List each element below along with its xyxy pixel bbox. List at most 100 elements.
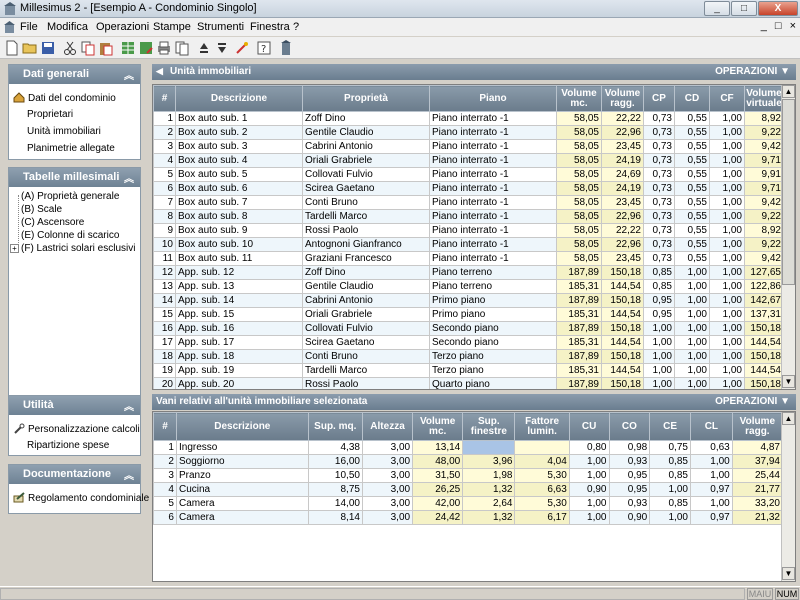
units-col-header[interactable]: Piano <box>429 85 557 112</box>
table-cell[interactable]: 8,14 <box>307 510 363 525</box>
table-cell[interactable]: 1,00 <box>674 293 710 308</box>
table-cell[interactable]: 23,45 <box>601 251 644 266</box>
menu-finestra[interactable]: Finestra <box>250 21 290 33</box>
table-cell[interactable]: 0,73 <box>643 251 675 266</box>
table-cell[interactable]: 0,55 <box>674 111 710 126</box>
table-cell[interactable]: 1,00 <box>674 363 710 378</box>
table-cell[interactable]: 0,73 <box>643 195 675 210</box>
table-cell[interactable]: 0,55 <box>674 153 710 168</box>
table-cell[interactable]: 150,18 <box>744 349 784 364</box>
table-cell[interactable]: 1,00 <box>709 139 745 154</box>
table-cell[interactable]: 4,04 <box>514 454 570 469</box>
table-cell[interactable]: 1,00 <box>674 307 710 322</box>
table-cell[interactable]: 5,30 <box>514 468 570 483</box>
table-cell[interactable]: 1,00 <box>649 510 691 525</box>
table-cell[interactable]: 13 <box>153 279 176 294</box>
table-cell[interactable]: 8,92 <box>744 223 784 238</box>
table-cell[interactable]: 0,55 <box>674 195 710 210</box>
table-cell[interactable]: Zoff Dino <box>302 111 430 126</box>
table-cell[interactable]: Secondo piano <box>429 321 557 336</box>
menu-help[interactable]: ? <box>293 21 299 33</box>
scroll-up-icon[interactable]: ▲ <box>782 85 795 98</box>
table-cell[interactable]: 0,97 <box>689 482 733 497</box>
table-cell[interactable]: 58,05 <box>556 167 602 182</box>
table-cell[interactable]: 0,90 <box>568 482 610 497</box>
table-cell[interactable]: 3,96 <box>462 454 516 469</box>
table-cell[interactable]: 33,20 <box>731 496 784 511</box>
table-cell[interactable]: 150,18 <box>601 377 644 389</box>
table-cell[interactable]: App. sub. 16 <box>175 321 303 336</box>
table-cell[interactable]: 0,55 <box>674 223 710 238</box>
rooms-col-header[interactable]: Fattore lumin. <box>514 412 570 441</box>
table-cell[interactable]: 1,00 <box>709 363 745 378</box>
table-cell[interactable]: Oriali Grabriele <box>302 153 430 168</box>
table-cell[interactable]: 150,18 <box>601 293 644 308</box>
table-cell[interactable]: 16,00 <box>307 454 363 469</box>
table-cell[interactable]: 137,31 <box>744 307 784 322</box>
table-cell[interactable]: 150,18 <box>601 349 644 364</box>
table-cell[interactable]: 0,73 <box>643 139 675 154</box>
table-cell[interactable]: 58,05 <box>556 251 602 266</box>
table-cell[interactable]: 9,71 <box>744 153 784 168</box>
table-cell[interactable]: 185,31 <box>556 363 602 378</box>
table-cell[interactable]: 1,00 <box>649 482 691 497</box>
table-cell[interactable]: Secondo piano <box>429 335 557 350</box>
table-cell[interactable]: 144,54 <box>601 279 644 294</box>
table-cell[interactable]: 24,69 <box>601 167 644 182</box>
table-cell[interactable]: 9,71 <box>744 181 784 196</box>
table-cell[interactable]: 9,22 <box>744 125 784 140</box>
table-cell[interactable]: 0,73 <box>643 237 675 252</box>
table-cell[interactable]: 144,54 <box>744 335 784 350</box>
table-cell[interactable] <box>462 440 516 455</box>
item-dati-condominio[interactable]: Dati del condominio <box>13 92 116 104</box>
table-cell[interactable]: 187,89 <box>556 377 602 389</box>
open-folder-icon[interactable] <box>22 40 38 56</box>
item-ripartizione[interactable]: Ripartizione spese <box>27 440 109 451</box>
table-cell[interactable]: Cucina <box>175 482 309 497</box>
table-cell[interactable]: 3,00 <box>361 454 414 469</box>
units-col-header[interactable]: CF <box>709 85 745 112</box>
table-row[interactable]: 2 Box auto sub. 2 Gentile Claudio Piano int… <box>153 125 784 140</box>
table-cell[interactable]: 3,00 <box>361 468 414 483</box>
rooms-col-header[interactable]: Volume mc. <box>412 412 464 441</box>
table-cell[interactable]: 1,00 <box>709 209 745 224</box>
table-cell[interactable]: 3 <box>153 468 177 483</box>
collapse-icon[interactable]: ︽ <box>124 467 134 482</box>
table-cell[interactable]: 42,00 <box>412 496 464 511</box>
save-icon[interactable] <box>40 40 56 56</box>
table-cell[interactable]: 0,55 <box>674 125 710 140</box>
table-cell[interactable]: 144,54 <box>601 335 644 350</box>
table-cell[interactable]: Gentile Claudio <box>302 125 430 140</box>
menu-file[interactable]: File <box>20 21 38 33</box>
table-cell[interactable]: Scirea Gaetano <box>302 335 430 350</box>
table-cell[interactable]: 0,85 <box>649 454 691 469</box>
table-cell[interactable]: 187,89 <box>556 349 602 364</box>
table-row[interactable]: 7 Box auto sub. 7 Conti Bruno Piano interra… <box>153 195 784 210</box>
table-row[interactable]: 4 Box auto sub. 4 Oriali Grabriele Piano in… <box>153 153 784 168</box>
table-cell[interactable]: 5,30 <box>514 496 570 511</box>
table-cell[interactable]: 1,00 <box>709 251 745 266</box>
table-cell[interactable]: Ingresso <box>175 440 309 455</box>
units-col-header[interactable]: CD <box>674 85 710 112</box>
table-cell[interactable]: Collovati Fulvio <box>302 167 430 182</box>
table-cell[interactable]: 1,00 <box>568 468 610 483</box>
table-cell[interactable]: 1,00 <box>643 349 675 364</box>
table-cell[interactable]: 3,00 <box>361 482 414 497</box>
table-cell[interactable]: 31,50 <box>412 468 464 483</box>
table-cell[interactable]: 14,00 <box>307 496 363 511</box>
units-col-header[interactable]: Descrizione <box>175 85 303 112</box>
table-cell[interactable]: 24,19 <box>601 153 644 168</box>
cut-icon[interactable] <box>62 40 78 56</box>
table-cell[interactable]: 8,75 <box>307 482 363 497</box>
table-cell[interactable]: 150,18 <box>601 265 644 280</box>
table-cell[interactable]: 1,00 <box>643 377 675 389</box>
table-cell[interactable]: Zoff Dino <box>302 265 430 280</box>
table-cell[interactable]: 1,00 <box>709 153 745 168</box>
panel-utilita-header[interactable]: Utilità ︽ <box>9 396 140 415</box>
table-cell[interactable]: Camera <box>175 510 309 525</box>
table-cell[interactable]: Gentile Claudio <box>302 279 430 294</box>
table-cell[interactable]: 24,19 <box>601 181 644 196</box>
table-cell[interactable]: 3 <box>153 139 176 154</box>
table-cell[interactable]: 0,55 <box>674 251 710 266</box>
table-cell[interactable]: Piano terreno <box>429 279 557 294</box>
